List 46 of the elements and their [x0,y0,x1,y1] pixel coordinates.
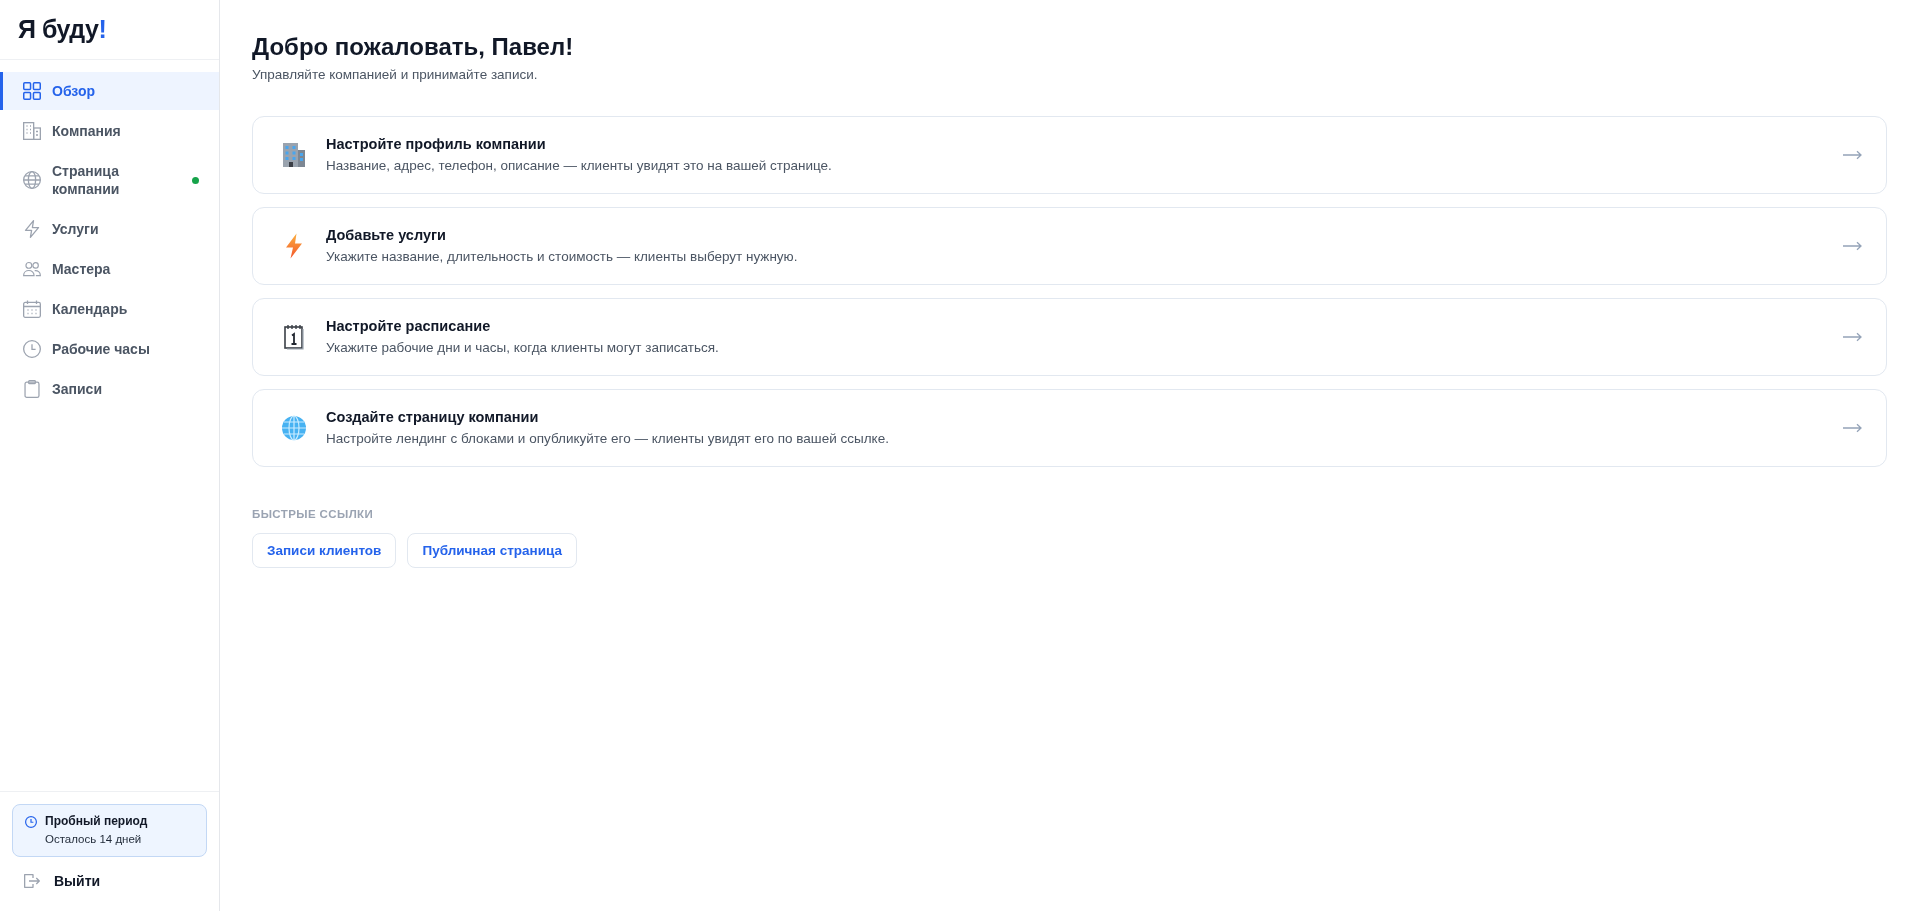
nav-item[interactable]: Рабочие часы [0,330,219,368]
section-heading: БЫСТРЫЕ ССЫЛКИ [252,507,375,521]
page-title: Добро пожаловать, Павел! [252,32,575,62]
step-card[interactable]: Настройте расписание Укажите рабочие дни и часы, когда клиенты могут записаться. [252,298,1887,376]
lightning-icon [23,220,41,238]
users-icon [23,260,41,278]
page-subtitle: Управляйте компанией и принимайте записи. [252,66,539,84]
clock-icon [25,816,37,828]
nav-item[interactable]: Календарь [0,290,219,328]
logout-button[interactable]: Выйти [12,865,207,897]
arrow-icon [1843,332,1862,342]
nav-item[interactable]: Компания [0,112,219,150]
step-description: Название, адрес, телефон, описание — клиенты увидят это на вашей странице. [326,157,832,175]
step-card[interactable]: Добавьте услуги Укажите название, длительность и стоимость — клиенты выберут нужную. [252,207,1887,285]
step-title: Создайте страницу компании [326,408,540,427]
globe-icon [281,415,307,441]
nav-item[interactable]: Записи [0,370,219,408]
step-description: Настройте лендинг с блоками и опубликуйте его — клиенты увидят его по вашей ссылке. [326,430,889,448]
trial-days-left: Осталось 14 дней [45,832,143,847]
arrow-icon [1843,423,1862,433]
nav-item[interactable]: Мастера [0,250,219,288]
quick-link-button[interactable]: Записи клиентов [252,533,397,568]
globe-icon [23,171,41,189]
grid-icon [23,82,41,100]
calendar-icon [23,300,41,318]
step-card[interactable]: Создайте страницу компании Настройте лендинг с блоками и опубликуйте его — клиенты увидят его по вашей ссылке. [252,389,1887,467]
nav-item[interactable]: Обзор [0,72,219,110]
clock-icon [23,340,41,358]
nav-item[interactable]: Страница компании [0,152,219,208]
arrow-icon [1843,241,1862,251]
quick-link-button[interactable]: Публичная страница [407,533,577,568]
building-icon [281,142,307,168]
calendar-icon [281,324,307,350]
logo: Я буду! [18,15,107,44]
step-description: Укажите название, длительность и стоимость — клиенты выберут нужную. [326,248,798,266]
trial-title: Пробный период [45,814,148,829]
arrow-icon [1843,150,1862,160]
nav-item[interactable]: Услуги [0,210,219,248]
logout-icon [24,874,40,888]
building-icon [23,122,41,140]
clipboard-icon [23,380,41,398]
step-title: Добавьте услуги [326,226,447,245]
step-card[interactable]: Настройте профиль компании Название, адрес, телефон, описание — клиенты увидят это на вашей странице. [252,116,1887,194]
step-description: Укажите рабочие дни и часы, когда клиенты могут записаться. [326,339,719,357]
step-title: Настройте расписание [326,317,492,336]
step-title: Настройте профиль компании [326,135,547,154]
